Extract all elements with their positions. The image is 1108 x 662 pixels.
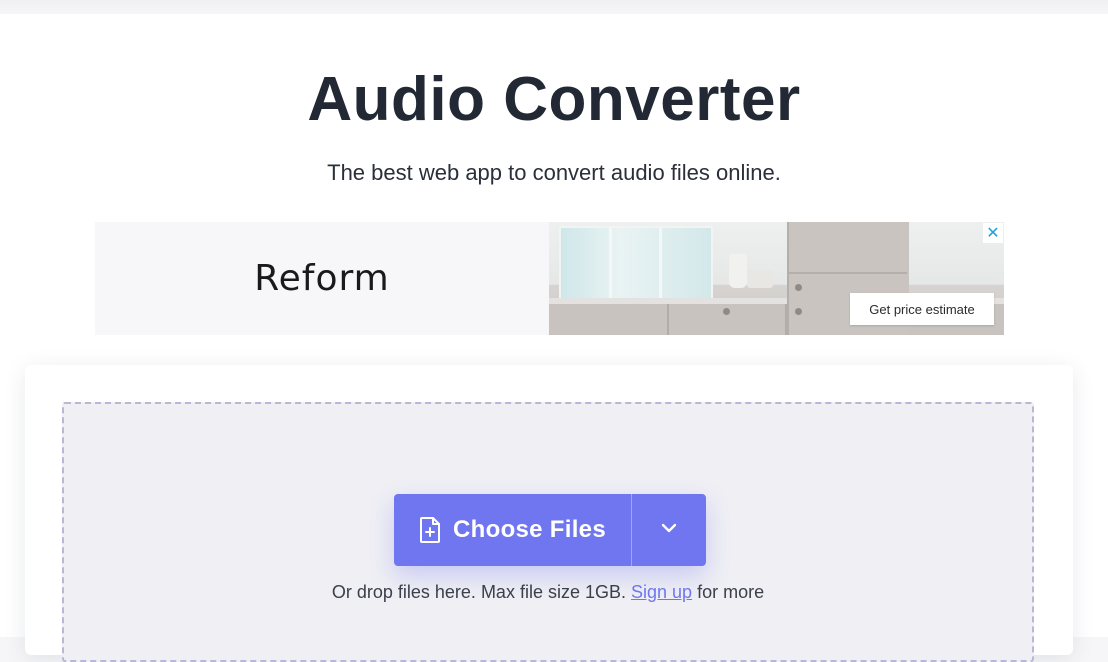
ad-pot-graphic bbox=[747, 270, 773, 288]
browser-top-edge bbox=[0, 0, 1108, 15]
advertisement-banner[interactable]: Reform Get price estimate ✕ bbox=[95, 222, 1004, 335]
ad-jug-graphic bbox=[729, 254, 747, 288]
ad-knob-graphic bbox=[795, 308, 802, 315]
drop-hint-text: Or drop files here. Max file size 1GB. bbox=[331, 582, 626, 602]
file-plus-icon bbox=[419, 517, 441, 543]
signup-link[interactable]: Sign up bbox=[631, 582, 692, 602]
ad-cta-button[interactable]: Get price estimate bbox=[850, 293, 994, 325]
ad-kitchen-image[interactable]: Get price estimate bbox=[549, 222, 1004, 335]
ad-knob-graphic bbox=[795, 284, 802, 291]
page-title: Audio Converter bbox=[307, 65, 801, 134]
ad-knob-graphic bbox=[723, 308, 730, 315]
drop-hint-suffix: for more bbox=[697, 582, 765, 602]
ad-window-graphic bbox=[559, 226, 713, 300]
choose-files-label: Choose Files bbox=[453, 516, 606, 543]
ad-brand-logo[interactable]: Reform bbox=[95, 222, 549, 335]
choose-files-button-group: Choose Files bbox=[394, 494, 706, 566]
ad-cabinet-seam bbox=[667, 304, 669, 335]
upload-source-dropdown-button[interactable] bbox=[632, 494, 706, 566]
choose-files-button[interactable]: Choose Files bbox=[394, 494, 631, 566]
file-dropzone[interactable]: Choose Files Or drop files here. Max fil… bbox=[62, 402, 1034, 662]
chevron-down-icon bbox=[660, 521, 678, 539]
ad-cabinet-seam bbox=[787, 272, 907, 274]
upload-card: Choose Files Or drop files here. Max fil… bbox=[25, 365, 1073, 662]
ad-close-icon[interactable]: ✕ bbox=[983, 223, 1003, 243]
drop-hint: Or drop files here. Max file size 1GB. S… bbox=[64, 582, 1032, 603]
page-subtitle: The best web app to convert audio files … bbox=[327, 160, 781, 185]
